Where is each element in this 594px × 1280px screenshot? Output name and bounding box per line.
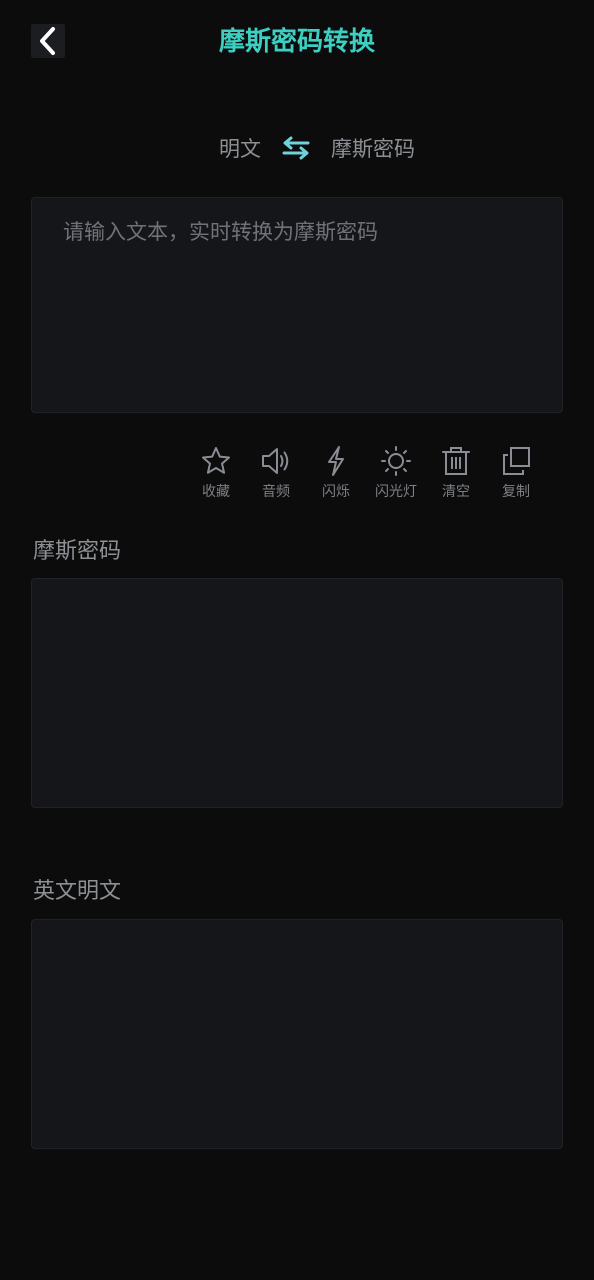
plain-output-label: 英文明文 xyxy=(33,879,122,904)
morse-output-text xyxy=(32,579,562,611)
page-title: 摩斯密码转换 xyxy=(218,27,375,57)
clear-label: 清空 xyxy=(442,484,470,500)
flashlight-label: 闪光灯 xyxy=(375,484,417,500)
favorite-label: 收藏 xyxy=(202,484,230,500)
action-toolbar: 收藏 音频 闪烁 闪光灯 清空 复制 xyxy=(186,443,546,501)
flash-button[interactable]: 闪烁 xyxy=(306,443,366,501)
copy-icon xyxy=(503,447,530,475)
text-input-panel xyxy=(31,197,563,413)
flash-label: 闪烁 xyxy=(322,484,350,500)
copy-button[interactable]: 复制 xyxy=(486,443,546,501)
morse-output-panel xyxy=(31,578,563,808)
morse-converter-page: 摩斯密码转换 明文 摩斯密码 收藏 xyxy=(0,0,594,1280)
lightning-icon xyxy=(328,446,344,476)
clear-button[interactable]: 清空 xyxy=(426,443,486,501)
mode-switch: 明文 摩斯密码 xyxy=(0,130,594,166)
swap-arrows-icon xyxy=(282,136,310,160)
audio-button[interactable]: 音频 xyxy=(246,443,306,501)
target-mode-label: 摩斯密码 xyxy=(331,137,415,161)
star-icon xyxy=(202,447,230,474)
speaker-icon xyxy=(262,448,289,474)
copy-label: 复制 xyxy=(502,484,530,500)
flashlight-button[interactable]: 闪光灯 xyxy=(366,443,426,501)
swap-button[interactable] xyxy=(279,133,313,163)
favorite-button[interactable]: 收藏 xyxy=(186,443,246,501)
trash-icon xyxy=(442,447,470,475)
morse-output-label: 摩斯密码 xyxy=(33,539,122,564)
text-input[interactable] xyxy=(32,198,562,412)
audio-label: 音频 xyxy=(262,484,290,500)
source-mode-label: 明文 xyxy=(219,137,261,161)
plain-output-panel xyxy=(31,919,563,1149)
sun-icon xyxy=(381,446,411,476)
plain-output-text xyxy=(32,920,562,952)
